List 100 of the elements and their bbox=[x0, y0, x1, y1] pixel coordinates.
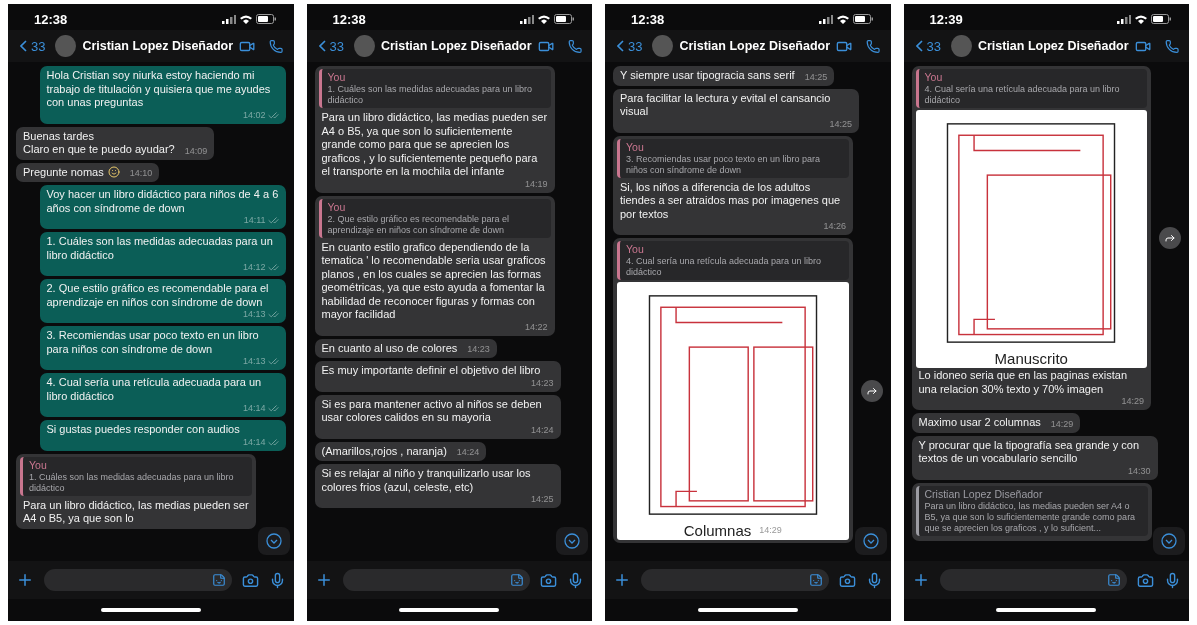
wifi-icon bbox=[1135, 14, 1147, 24]
quoted-message[interactable]: You 2. Que estilo gráfico es recomendable para el aprendizaje en niños con síndrome de down bbox=[318, 198, 551, 238]
quote-text: 2. Que estilo gráfico es recomendable para el aprendizaje en niños con síndrome de down bbox=[327, 213, 511, 236]
quote-text: 1. Cuáles son las medidas adecuadas para un libro didáctico bbox=[29, 471, 235, 494]
avatar[interactable] bbox=[652, 35, 674, 57]
chevron-down-icon bbox=[265, 533, 282, 549]
back-chevron-icon bbox=[915, 40, 923, 52]
microphone-icon[interactable] bbox=[1164, 571, 1181, 589]
quoted-message[interactable]: You 4. Cual sería una retícula adecuada para un libro didáctico bbox=[915, 69, 1147, 108]
message-text: Si es para mantener activo al niños se deben usar colores calidos en su mayoria bbox=[321, 397, 543, 425]
image-caption: Manuscrito bbox=[994, 350, 1068, 368]
quote-author: You bbox=[924, 71, 944, 84]
microphone-icon[interactable] bbox=[567, 571, 584, 589]
quote-text: 1. Cuáles son las medidas adecuadas para un libro didáctico bbox=[327, 84, 534, 106]
scroll-down-button[interactable] bbox=[1153, 527, 1185, 555]
message-field[interactable] bbox=[342, 569, 530, 591]
status-time: 12:38 bbox=[631, 11, 665, 27]
message-time: 14:14 bbox=[232, 403, 279, 414]
image-attachment[interactable]: Columnas 14:29 bbox=[617, 282, 849, 540]
message-text: Voy hacer un libro didáctico para niños de 4 a 6 años con síndrome de down bbox=[46, 188, 279, 215]
quote-text: Para un libro didáctico, las medias pueden ser A4 o B5, ya que son lo suficientemente grande como para que se aprecien los graficos , y lo suficient... bbox=[924, 500, 1137, 534]
quoted-message[interactable]: You 1. Cuáles son las medidas adecuadas para un libro didáctico bbox=[318, 69, 551, 108]
quote-author: Cristian Lopez Diseñador bbox=[924, 487, 1044, 501]
status-time: 12:38 bbox=[332, 11, 366, 27]
message-time: 14:29 bbox=[1049, 418, 1074, 430]
scroll-down-button[interactable] bbox=[854, 527, 887, 555]
message-time: 14:02 bbox=[232, 109, 279, 121]
sticker-icon[interactable] bbox=[1107, 573, 1121, 587]
signal-icon bbox=[520, 14, 534, 24]
message-time: 14:26 bbox=[822, 221, 846, 232]
phone-call-icon[interactable] bbox=[866, 38, 881, 54]
contact-name[interactable]: Cristian Lopez Diseñador bbox=[380, 39, 532, 53]
phone-call-icon[interactable] bbox=[1164, 38, 1179, 54]
message-time: 14:22 bbox=[523, 321, 548, 333]
contact-name[interactable]: Cristian Lopez Diseñador bbox=[977, 39, 1129, 53]
avatar[interactable] bbox=[950, 35, 972, 57]
quote-author: You bbox=[327, 200, 347, 214]
quoted-message[interactable]: You 1. Cuáles son las medidas adecuadas para un libro didáctico bbox=[20, 456, 252, 496]
message-field[interactable] bbox=[939, 569, 1127, 591]
message-time: 14:24 bbox=[529, 424, 554, 436]
signal-icon bbox=[221, 14, 236, 24]
back-button[interactable]: 33 bbox=[611, 38, 643, 54]
phone-call-icon[interactable] bbox=[269, 38, 284, 54]
quote-author: You bbox=[626, 243, 645, 256]
forward-button[interactable] bbox=[860, 379, 883, 402]
back-button[interactable]: 33 bbox=[909, 38, 941, 54]
message-time: 14:25 bbox=[828, 118, 852, 130]
quote-author: You bbox=[29, 458, 48, 472]
message-text: Es muy importante definir el objetivo del libro bbox=[321, 364, 541, 378]
message-time: 14:14 bbox=[232, 436, 279, 448]
message-text: 4. Cual sería una retícula adecuada para un libro didáctico bbox=[46, 376, 263, 403]
camera-icon[interactable] bbox=[838, 571, 856, 589]
scroll-down-button[interactable] bbox=[556, 527, 588, 555]
message-time: 14:09 bbox=[183, 145, 208, 157]
message-time: 14:29 bbox=[759, 524, 782, 538]
avatar[interactable] bbox=[55, 35, 77, 57]
contact-name[interactable]: Cristian Lopez Diseñador bbox=[679, 39, 831, 53]
message-text: Hola Cristian soy niurka estoy haciendo mi trabajo de titulación y quisiera que me ayudes con unas preguntas bbox=[46, 69, 272, 110]
back-chevron-icon bbox=[20, 40, 27, 52]
avatar[interactable] bbox=[353, 35, 375, 57]
back-button[interactable]: 33 bbox=[14, 38, 46, 54]
message-text: En cuanto al uso de colores bbox=[321, 341, 458, 355]
camera-icon[interactable] bbox=[540, 571, 557, 589]
message-text: Lo idoneo seria que en las paginas existan una relacion 30% texto y 70% imagen bbox=[918, 369, 1129, 396]
message-time: 14:13 bbox=[232, 356, 279, 367]
add-icon[interactable] bbox=[16, 571, 34, 589]
message-time: 14:24 bbox=[455, 447, 480, 458]
message-field[interactable] bbox=[641, 569, 829, 591]
quoted-message[interactable]: You 3. Recomiendas usar poco texto en un libro para niños con síndrome de down bbox=[617, 138, 849, 178]
phone-call-icon[interactable] bbox=[567, 38, 582, 54]
message-text: Buenas tardes Claro en que te puedo ayudar? bbox=[23, 129, 175, 157]
sticker-icon[interactable] bbox=[510, 573, 524, 587]
message-text: (Amarillos,rojos , naranja) bbox=[321, 444, 447, 458]
message-text: En cuanto estilo grafico dependiendo de la tematica ' lo recomendable seria usar graficos planos , en los cuales se aprecien las formas geométricas, ya que esto ayuda a fomentar la habilidad de reconocer figuras y formas con mayor facilidad bbox=[321, 240, 547, 322]
forward-button[interactable] bbox=[1159, 227, 1181, 249]
quoted-message[interactable]: You 4. Cual sería una retícula adecuada para un libro didáctico bbox=[617, 241, 849, 280]
chevron-down-icon bbox=[564, 533, 580, 549]
message-text: Pregunte nomas bbox=[23, 165, 104, 179]
message-text: Para facilitar la lectura y evital el cansancio visual bbox=[620, 91, 832, 119]
message-time: 14:25 bbox=[803, 71, 828, 83]
camera-icon[interactable] bbox=[1137, 571, 1154, 589]
camera-icon[interactable] bbox=[241, 571, 259, 589]
message-time: 14:30 bbox=[1126, 465, 1151, 477]
add-icon[interactable] bbox=[613, 571, 631, 589]
message-text: 3. Recomiendas usar poco texto en un libro para niños con síndrome de down bbox=[46, 329, 260, 356]
quoted-message[interactable]: Cristian Lopez Diseñador Para un libro didáctico, las medias pueden ser A4 o B5, ya que son lo suficientemente grande como para que se aprecien los graficos , y lo suficient... bbox=[915, 485, 1148, 536]
sticker-icon[interactable] bbox=[808, 573, 823, 587]
battery-icon bbox=[554, 14, 574, 24]
message-text: 1. Cuáles son las medidas adecuadas para un libro didáctico bbox=[46, 235, 274, 262]
image-attachment[interactable]: Manuscrito bbox=[915, 110, 1147, 368]
sticker-icon[interactable] bbox=[211, 573, 226, 587]
back-button[interactable]: 33 bbox=[312, 38, 344, 54]
wifi-icon bbox=[836, 14, 849, 24]
message-field[interactable] bbox=[44, 569, 232, 591]
message-text: Y siempre usar tipogracia sans serif bbox=[620, 69, 795, 83]
message-time: 14:12 bbox=[232, 262, 279, 273]
image-caption: Columnas bbox=[683, 522, 752, 540]
quote-text: 4. Cual sería una retícula adecuada para un libro didáctico bbox=[626, 256, 823, 278]
scroll-down-button[interactable] bbox=[257, 527, 290, 555]
contact-name[interactable]: Cristian Lopez Diseñador bbox=[82, 39, 234, 53]
